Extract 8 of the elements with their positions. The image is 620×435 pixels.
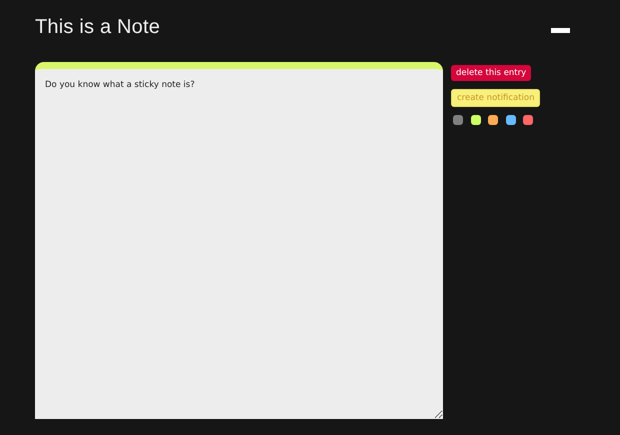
delete-button[interactable]: delete this entry [451,65,532,81]
color-swatch[interactable] [453,115,463,125]
color-swatch[interactable] [488,115,498,125]
page-title: This is a Note [35,15,160,40]
color-swatch[interactable] [470,115,480,125]
color-swatch[interactable] [523,115,533,125]
color-swatch[interactable] [506,115,516,125]
note-field[interactable]: Do you know what a sticky note is? [35,62,443,419]
